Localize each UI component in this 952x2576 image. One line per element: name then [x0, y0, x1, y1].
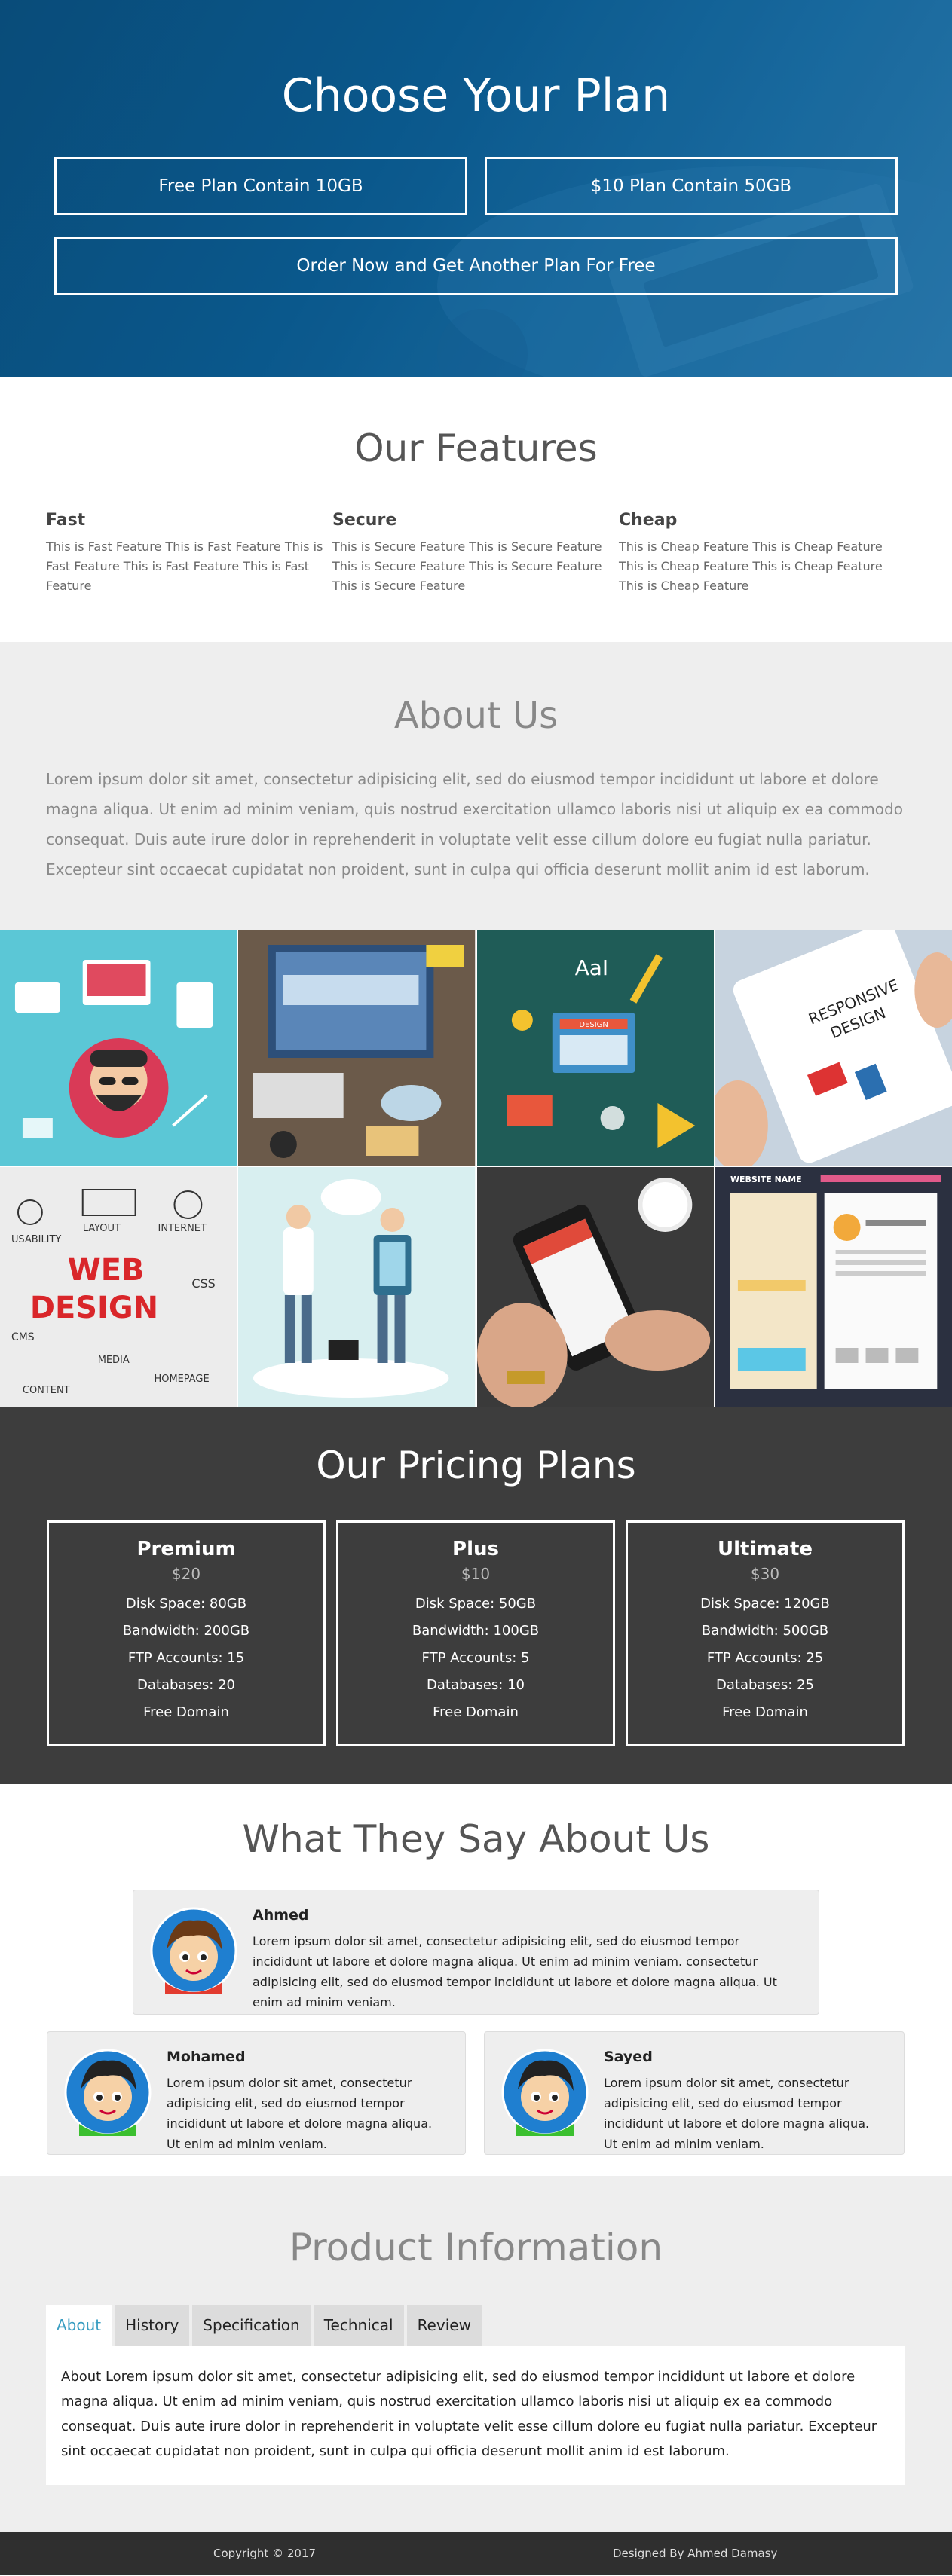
web-design-label: DESIGN [30, 1291, 158, 1325]
testimonials-section: What They Say About Us Ahmed Lorem ipsum… [0, 1784, 952, 2176]
hero-title: Choose Your Plan [281, 69, 671, 122]
product-info-section: Product Information About History Specif… [0, 2176, 952, 2532]
gallery-image-devices-people[interactable] [238, 1167, 476, 1407]
feature-title: Secure [332, 511, 397, 530]
plan-features: Disk Space: 80GB Bandwidth: 200GB FTP Ac… [49, 1591, 323, 1726]
footer: Copyright © 2017 Designed By Ahmed Damas… [0, 2532, 952, 2575]
testimonial-text: Lorem ipsum dolor sit amet, consectetur … [253, 1934, 777, 2009]
plan-ultimate[interactable]: Ultimate $30 Disk Space: 120GB Bandwidth… [626, 1520, 905, 1746]
testimonial-name: Ahmed [253, 1907, 309, 1924]
plan-plus[interactable]: Plus $10 Disk Space: 50GB Bandwidth: 100… [336, 1520, 615, 1746]
feature-cheap: Cheap This is Cheap Feature This is Chea… [619, 511, 898, 596]
testimonial-text: Lorem ipsum dolor sit amet, consectetur … [167, 2076, 433, 2151]
gallery-grid: DESIGN AaI RESPONSIVE DESIGN WEB DESIGN [0, 930, 952, 1407]
testimonial-card: Ahmed Lorem ipsum dolor sit amet, consec… [133, 1890, 819, 2015]
product-info-title: Product Information [289, 2226, 663, 2269]
usability-label: USABILITY [11, 1234, 61, 1245]
internet-label: INTERNET [158, 1223, 207, 1234]
testimonial-text: Lorem ipsum dolor sit amet, consectetur … [604, 2076, 870, 2151]
product-tabs: About History Specification Technical Re… [46, 2305, 482, 2346]
cms-label: CMS [11, 1331, 35, 1343]
plan-name: Premium [136, 1538, 236, 1560]
tab-specification[interactable]: Specification [192, 2305, 311, 2346]
avatar [64, 2049, 152, 2136]
tab-technical[interactable]: Technical [313, 2305, 404, 2346]
avatar [501, 2049, 589, 2136]
plan-feature: Free Domain [433, 1704, 519, 1720]
plan-feature: Bandwidth: 500GB [701, 1623, 829, 1639]
plan-feature: Free Domain [722, 1704, 808, 1720]
gallery-image-web-design[interactable]: WEB DESIGN USABILITY LAYOUT INTERNET CSS… [0, 1167, 237, 1407]
features-title: Our Features [354, 426, 598, 470]
free-plan-button[interactable]: Free Plan Contain 10GB [54, 157, 467, 215]
content-label: CONTENT [23, 1385, 70, 1396]
designer-credit: Designed By Ahmed Damasy [613, 2547, 778, 2560]
about-text: Lorem ipsum dolor sit amet, consectetur … [46, 770, 903, 879]
gallery-image-website-mockup[interactable]: WEBSITE NAME [715, 1167, 952, 1407]
tab-about[interactable]: About [46, 2305, 112, 2346]
design-label: DESIGN [579, 1021, 608, 1029]
feature-text: This is Secure Feature This is Secure Fe… [332, 539, 602, 593]
feature-title: Fast [46, 511, 86, 530]
testimonial-card: Sayed Lorem ipsum dolor sit amet, consec… [484, 2031, 905, 2155]
gallery-image-phone-hands[interactable] [476, 1167, 714, 1407]
about-section: About Us Lorem ipsum dolor sit amet, con… [0, 642, 952, 930]
order-now-button[interactable]: Order Now and Get Another Plan For Free [54, 237, 898, 295]
website-name-label: WEBSITE NAME [730, 1175, 802, 1184]
feature-text: This is Cheap Feature This is Cheap Feat… [619, 539, 883, 593]
plan-features: Disk Space: 50GB Bandwidth: 100GB FTP Ac… [338, 1591, 613, 1726]
layout-label: LAYOUT [83, 1223, 121, 1234]
plan-feature: FTP Accounts: 5 [421, 1650, 530, 1666]
plan-feature: Disk Space: 50GB [415, 1596, 537, 1612]
plan-feature: Databases: 10 [427, 1677, 525, 1693]
gallery-image-web-designer[interactable] [0, 930, 237, 1166]
avatar [150, 1907, 237, 1994]
plan-feature: Bandwidth: 100GB [412, 1623, 540, 1639]
tab-review[interactable]: Review [406, 2305, 482, 2346]
copyright-text: Copyright © 2017 [213, 2547, 317, 2560]
testimonials-title: What They Say About Us [242, 1817, 710, 1861]
plan-price: $30 [750, 1565, 780, 1583]
plan-feature: FTP Accounts: 15 [127, 1650, 245, 1666]
about-title: About Us [393, 695, 559, 737]
plan-name: Plus [452, 1538, 499, 1560]
tab-history[interactable]: History [115, 2305, 190, 2346]
plan-feature: Disk Space: 80GB [125, 1596, 247, 1612]
web-label: WEB [68, 1253, 145, 1288]
plan-feature: Databases: 25 [716, 1677, 814, 1693]
features-section: Our Features Fast This is Fast Feature T… [0, 377, 952, 642]
testimonial-name: Mohamed [167, 2049, 246, 2065]
feature-secure: Secure This is Secure Feature This is Se… [332, 511, 611, 596]
plan-feature: Disk Space: 120GB [700, 1596, 830, 1612]
testimonial-name: Sayed [604, 2049, 653, 2065]
css-label: CSS [191, 1276, 215, 1291]
plan-price: $20 [171, 1565, 201, 1583]
homepage-label: HOMEPAGE [155, 1374, 210, 1385]
typography-label: AaI [574, 955, 608, 980]
plan-feature: Databases: 20 [137, 1677, 235, 1693]
plan-feature: Bandwidth: 200GB [122, 1623, 250, 1639]
feature-title: Cheap [619, 511, 678, 530]
ten-dollar-plan-button[interactable]: $10 Plan Contain 50GB [485, 157, 898, 215]
gallery-image-desk[interactable] [238, 930, 476, 1166]
testimonial-card: Mohamed Lorem ipsum dolor sit amet, cons… [47, 2031, 466, 2155]
media-label: MEDIA [98, 1355, 130, 1366]
plan-feature: Free Domain [143, 1704, 229, 1720]
feature-fast: Fast This is Fast Feature This is Fast F… [46, 511, 325, 596]
gallery-image-responsive-design[interactable]: RESPONSIVE DESIGN [715, 930, 952, 1166]
plan-feature: FTP Accounts: 25 [706, 1650, 824, 1666]
plan-features: Disk Space: 120GB Bandwidth: 500GB FTP A… [628, 1591, 902, 1726]
plan-price: $10 [461, 1565, 491, 1583]
hero-section: Choose Your Plan Free Plan Contain 10GB … [0, 0, 952, 377]
plan-premium[interactable]: Premium $20 Disk Space: 80GB Bandwidth: … [47, 1520, 326, 1746]
pricing-section: Our Pricing Plans Premium $20 Disk Space… [0, 1407, 952, 1784]
pricing-title: Our Pricing Plans [316, 1444, 636, 1487]
gallery-image-design-tools[interactable]: DESIGN AaI [476, 930, 714, 1166]
feature-text: This is Fast Feature This is Fast Featur… [46, 539, 323, 593]
tab-panel-about: About Lorem ipsum dolor sit amet, consec… [46, 2346, 905, 2485]
plan-name: Ultimate [717, 1538, 813, 1560]
